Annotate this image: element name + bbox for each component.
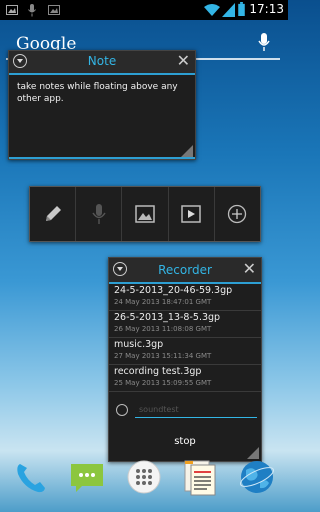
gallery-notification-icon xyxy=(6,5,18,15)
recording-date: 27 May 2013 15:11:34 GMT xyxy=(114,352,212,360)
note-text[interactable]: take notes while floating above any othe… xyxy=(17,81,187,105)
list-item[interactable]: recording test.3gp 25 May 2013 15:09:55 … xyxy=(109,365,261,392)
clock: 17:13 xyxy=(249,2,284,16)
microphone-button[interactable] xyxy=(76,187,123,241)
notes-app[interactable] xyxy=(181,458,219,496)
note-title: Note xyxy=(87,54,117,68)
pencil-button[interactable] xyxy=(30,187,77,241)
filename-row xyxy=(109,400,261,422)
recorder-title: Recorder xyxy=(158,263,212,277)
recording-date: 24 May 2013 18:47:01 GMT xyxy=(114,298,212,306)
list-item[interactable]: music.3gp 27 May 2013 15:11:34 GMT xyxy=(109,338,261,365)
add-icon xyxy=(228,204,247,224)
close-icon[interactable]: ✕ xyxy=(177,53,190,69)
microphone-icon xyxy=(92,204,106,224)
add-button[interactable] xyxy=(215,187,260,241)
floating-toolbar xyxy=(29,186,261,242)
phone-icon xyxy=(17,464,45,493)
recording-date: 25 May 2013 15:09:55 GMT xyxy=(114,379,212,387)
phone-app[interactable] xyxy=(12,458,50,496)
note-title-bar[interactable]: Note ✕ xyxy=(9,51,195,75)
recorder-title-bar[interactable]: Recorder ✕ xyxy=(109,258,261,284)
recording-date: 26 May 2013 11:08:08 GMT xyxy=(114,325,212,333)
list-item[interactable]: 24-5-2013_20-46-59.3gp 24 May 2013 18:47… xyxy=(109,284,261,311)
app-drawer[interactable] xyxy=(125,458,163,496)
browser-icon xyxy=(239,461,275,493)
battery-icon xyxy=(238,2,245,16)
image-notification-icon xyxy=(48,5,60,15)
mic-notification-icon xyxy=(28,4,36,17)
image-icon xyxy=(135,205,155,223)
recording-name: recording test.3gp xyxy=(114,366,202,377)
record-radio[interactable] xyxy=(116,404,128,416)
recording-name: 24-5-2013_20-46-59.3gp xyxy=(114,285,233,296)
pencil-icon xyxy=(45,206,61,221)
status-bar: 17:13 xyxy=(0,0,288,20)
recording-name: music.3gp xyxy=(114,339,164,350)
wifi-icon xyxy=(204,4,220,16)
browser-app[interactable] xyxy=(238,458,276,496)
signal-icon xyxy=(222,3,235,17)
image-button[interactable] xyxy=(122,187,169,241)
recorder-window[interactable]: Recorder ✕ 24-5-2013_20-46-59.3gp 24 May… xyxy=(108,257,262,462)
recording-name: 26-5-2013_13-8-5.3gp xyxy=(114,312,221,323)
stop-button[interactable]: stop xyxy=(109,430,261,454)
close-icon[interactable]: ✕ xyxy=(243,261,256,277)
list-item[interactable]: 26-5-2013_13-8-5.3gp 26 May 2013 11:08:0… xyxy=(109,311,261,338)
note-divider xyxy=(9,157,195,159)
filename-input[interactable] xyxy=(135,402,257,418)
voice-search-icon[interactable] xyxy=(258,32,270,52)
resize-handle-icon[interactable] xyxy=(181,145,193,157)
video-button[interactable] xyxy=(169,187,215,241)
recordings-list: 24-5-2013_20-46-59.3gp 24 May 2013 18:47… xyxy=(109,284,261,392)
video-play-icon xyxy=(181,205,201,223)
messaging-icon xyxy=(71,464,103,492)
notes-app-icon xyxy=(184,460,216,496)
note-window[interactable]: Note ✕ take notes while floating above a… xyxy=(8,50,196,160)
app-drawer-icon xyxy=(127,460,161,494)
messaging-app[interactable] xyxy=(68,458,106,496)
dock xyxy=(0,452,288,512)
